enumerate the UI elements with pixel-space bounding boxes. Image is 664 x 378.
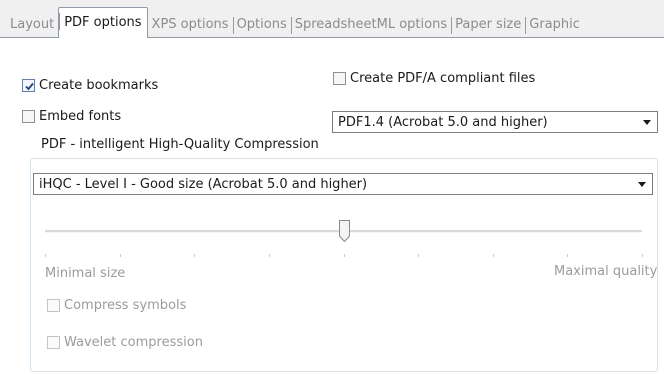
tab-spreadsheetml-options[interactable]: SpreadsheetML options (290, 12, 451, 38)
tab-bar: Layout PDF options XPS options Options S… (0, 0, 664, 38)
slider-tick (567, 254, 568, 257)
checkmark-icon (25, 82, 34, 91)
dropdown-arrow-icon (638, 182, 646, 187)
tab-layout[interactable]: Layout (6, 12, 58, 38)
create-bookmarks-checkbox[interactable] (22, 79, 35, 92)
pdf-version-select[interactable]: PDF1.4 (Acrobat 5.0 and higher) (332, 111, 658, 133)
compression-group-label: PDF - intelligent High-Quality Compressi… (37, 137, 323, 152)
tab-graphic[interactable]: Graphic (525, 12, 584, 38)
tab-paper-size[interactable]: Paper size (451, 12, 525, 38)
wavelet-compression-checkbox[interactable] (47, 336, 60, 349)
create-bookmarks-option[interactable]: Create bookmarks (22, 78, 158, 93)
quality-slider-thumb[interactable] (339, 220, 350, 242)
slider-tick (45, 254, 46, 257)
tab-pdf-options[interactable]: PDF options (58, 7, 148, 38)
pdf-version-value: PDF1.4 (Acrobat 5.0 and higher) (338, 114, 548, 130)
slider-tick (120, 254, 121, 257)
slider-tick (418, 254, 419, 257)
tab-strip: Layout PDF options XPS options Options S… (6, 7, 584, 38)
slider-tick (344, 254, 345, 257)
pdfa-option[interactable]: Create PDF/A compliant files (333, 71, 535, 86)
dropdown-arrow-icon (643, 120, 651, 125)
compress-symbols-label: Compress symbols (64, 298, 187, 313)
slider-tick (642, 254, 643, 257)
create-bookmarks-label: Create bookmarks (39, 78, 159, 93)
slider-tick (493, 254, 494, 257)
slider-tick (194, 254, 195, 257)
pdf-options-page: Create bookmarks Embed fonts Create PDF/… (0, 38, 664, 378)
embed-fonts-option[interactable]: Embed fonts (22, 109, 121, 124)
wavelet-compression-option[interactable]: Wavelet compression (47, 335, 203, 350)
pdfa-checkbox[interactable] (333, 72, 346, 85)
compression-level-value: iHQC - Level I - Good size (Acrobat 5.0 … (39, 176, 368, 192)
tab-xps-options[interactable]: XPS options (148, 12, 233, 38)
slider-min-label: Minimal size (45, 266, 126, 281)
slider-max-label: Maximal quality (554, 264, 658, 279)
embed-fonts-checkbox[interactable] (22, 110, 35, 123)
compression-level-select[interactable]: iHQC - Level I - Good size (Acrobat 5.0 … (33, 173, 653, 195)
tab-options[interactable]: Options (232, 12, 291, 38)
slider-tick (269, 254, 270, 257)
embed-fonts-label: Embed fonts (39, 109, 122, 124)
pdfa-label: Create PDF/A compliant files (350, 71, 536, 86)
compress-symbols-option[interactable]: Compress symbols (47, 298, 186, 313)
compress-symbols-checkbox[interactable] (47, 299, 60, 312)
wavelet-compression-label: Wavelet compression (64, 335, 203, 350)
